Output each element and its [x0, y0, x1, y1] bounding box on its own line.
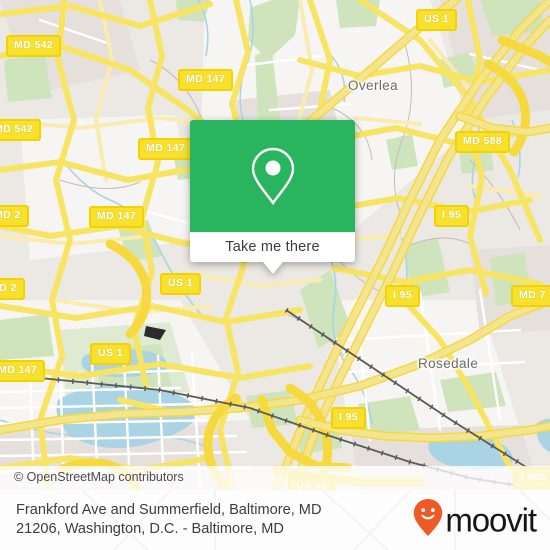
road-shield-md-2-clipped[interactable]: MD 2 — [0, 205, 29, 227]
road-shield-md-2-clipped-b[interactable]: MD 2 — [0, 278, 25, 300]
road-shield-md-147-c[interactable]: MD 147 — [89, 206, 145, 228]
address-line-1: Frankford Ave and Summerfield, Baltimore… — [16, 502, 322, 518]
location-pin-icon — [249, 146, 297, 206]
take-me-there-button[interactable]: Take me there — [190, 232, 355, 262]
road-shield-us-1[interactable]: US 1 — [416, 9, 457, 31]
road-shield-md-542[interactable]: MD 542 — [6, 35, 62, 57]
road-shield-us-1-b[interactable]: US 1 — [160, 273, 201, 295]
footer-bar: Frankford Ave and Summerfield, Baltimore… — [0, 490, 550, 550]
road-shield-us-1-c[interactable]: US 1 — [90, 343, 131, 365]
place-label-overlea: Overlea — [348, 78, 399, 93]
road-shield-i-95[interactable]: I 95 — [434, 205, 470, 227]
moovit-logo[interactable]: moovit — [413, 499, 537, 542]
road-shield-md-588[interactable]: MD 588 — [455, 131, 511, 153]
place-label-rosedale: Rosedale — [418, 356, 479, 371]
moovit-map-screenshot: .water { fill:#aad3e4; } .stream { fill:… — [0, 0, 550, 550]
address-line-2: 21206, Washington, D.C. - Baltimore, MD — [16, 521, 284, 537]
map-canvas[interactable]: .water { fill:#aad3e4; } .stream { fill:… — [0, 0, 550, 490]
road-shield-i-95-b[interactable]: I 95 — [385, 285, 421, 307]
road-shield-i-95-c[interactable]: I 95 — [331, 407, 367, 429]
road-shield-md-147-clipped[interactable]: MD 147 — [0, 360, 46, 382]
road-shield-md-7[interactable]: MD 7 — [511, 285, 550, 307]
road-shield-md-147-b[interactable]: MD 147 — [138, 138, 194, 160]
road-shield-md-147[interactable]: MD 147 — [178, 69, 234, 91]
moovit-wordmark: moovit — [445, 501, 537, 539]
road-shield-md-542-clipped[interactable]: MD 542 — [0, 119, 42, 141]
popup-icon-area — [190, 120, 355, 232]
location-address: Frankford Ave and Summerfield, Baltimore… — [0, 501, 322, 539]
map-popup-card[interactable]: Take me there — [190, 120, 355, 274]
moovit-pin-icon — [413, 499, 443, 542]
osm-attribution[interactable]: © OpenStreetMap contributors — [0, 466, 550, 490]
popup-tail — [262, 262, 283, 274]
